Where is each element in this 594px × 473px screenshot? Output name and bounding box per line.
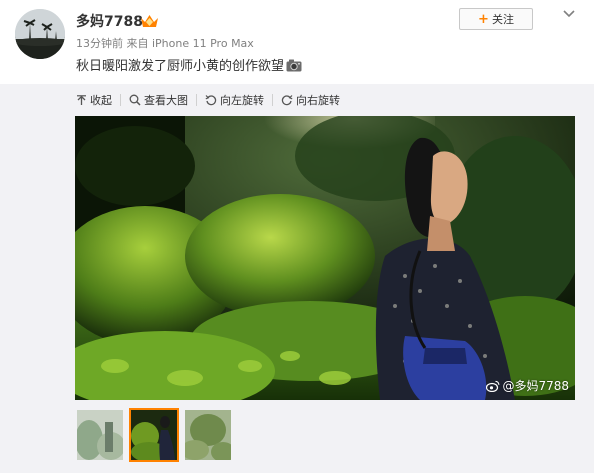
plus-icon: + bbox=[478, 11, 489, 27]
view-large-button[interactable]: 查看大图 bbox=[129, 92, 188, 108]
arrow-up-icon bbox=[77, 94, 86, 105]
rotate-right-label: 向右旋转 bbox=[296, 94, 340, 107]
username[interactable]: 多妈7788 bbox=[76, 13, 143, 31]
toolbar-divider bbox=[196, 94, 197, 106]
image-toolbar: 收起 查看大图 向左旋转 向右旋转 bbox=[76, 92, 340, 108]
main-photo[interactable]: @多妈7788 bbox=[75, 116, 575, 400]
rotate-right-icon bbox=[281, 95, 293, 106]
post-source: 来自 iPhone 11 Pro Max bbox=[126, 37, 254, 50]
vip-badge-icon bbox=[141, 15, 158, 27]
post-text: 秋日暖阳激发了厨师小黄的创作欲望 bbox=[76, 59, 285, 74]
camera-emoji-icon bbox=[286, 59, 302, 72]
magnifier-icon bbox=[129, 94, 141, 106]
toolbar-divider bbox=[272, 94, 273, 106]
follow-label: 关注 bbox=[491, 13, 514, 26]
post-text-container: 秋日暖阳激发了厨师小黄的创作欲望 bbox=[76, 58, 302, 76]
post-meta: 13分钟前 来自 iPhone 11 Pro Max bbox=[76, 37, 254, 51]
post-time[interactable]: 13分钟前 bbox=[76, 37, 123, 50]
rotate-left-icon bbox=[205, 95, 217, 106]
weibo-logo-icon bbox=[486, 380, 500, 392]
rotate-left-button[interactable]: 向左旋转 bbox=[205, 92, 264, 108]
thumbnail-strip bbox=[75, 408, 233, 462]
toolbar-divider bbox=[120, 94, 121, 106]
avatar[interactable] bbox=[15, 9, 65, 59]
collapse-button[interactable]: 收起 bbox=[76, 92, 112, 108]
rotate-right-button[interactable]: 向右旋转 bbox=[281, 92, 340, 108]
follow-button[interactable]: + 关注 bbox=[459, 8, 533, 30]
watermark: @多妈7788 bbox=[486, 377, 569, 394]
watermark-text: @多妈7788 bbox=[502, 379, 569, 393]
garden-portrait-image bbox=[75, 116, 575, 400]
view-large-label: 查看大图 bbox=[144, 94, 188, 107]
rotate-left-label: 向左旋转 bbox=[220, 94, 264, 107]
thumbnail-2[interactable] bbox=[129, 408, 179, 462]
chevron-down-icon[interactable] bbox=[563, 10, 575, 18]
thumbnail-3[interactable] bbox=[183, 408, 233, 462]
thumbnail-1[interactable] bbox=[75, 408, 125, 462]
collapse-label: 收起 bbox=[90, 94, 112, 107]
